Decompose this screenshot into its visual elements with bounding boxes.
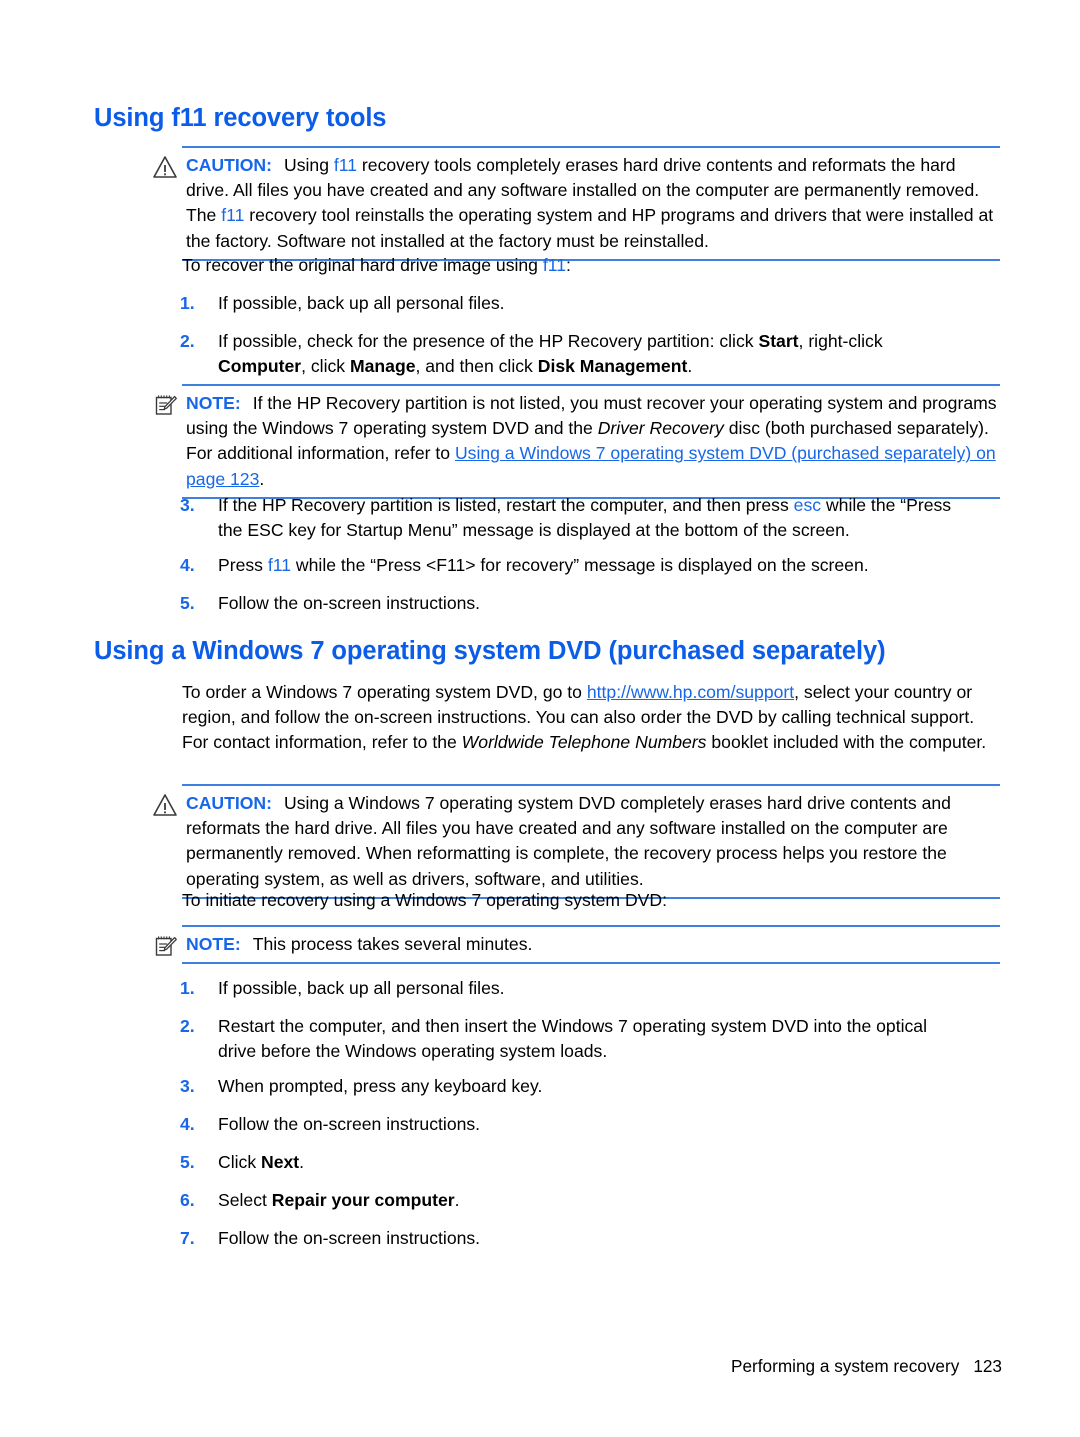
note-label: NOTE: [186, 393, 241, 413]
step-text: If the HP Recovery partition is listed, … [218, 495, 952, 541]
paragraph-text-c: booklet included with the computer. [706, 732, 987, 753]
step-text: Follow the on-screen instructions. [218, 593, 481, 613]
document-page: Using f11 recovery tools CAUTION: Using f… [0, 0, 1080, 1437]
note-block-process-duration: NOTE: This process takes several minutes. [152, 925, 1000, 965]
hp-support-url-link[interactable]: http://www.hp.com/support [587, 682, 794, 702]
list-item: 3. When prompted, press any keyboard key… [180, 1074, 880, 1099]
list-item: 2. Restart the computer, and then insert… [180, 1014, 970, 1064]
caution-label: CAUTION: [186, 793, 273, 813]
caution-text-a: Using [284, 155, 334, 175]
list-item: 5. Click Next. [180, 1150, 880, 1175]
page-heading-f11-recovery-tools: Using f11 recovery tools [94, 104, 387, 132]
step-number: 4. [180, 1114, 195, 1134]
step-number: 5. [180, 593, 195, 613]
step-number: 3. [180, 495, 195, 515]
step-text: Click Next. [218, 1152, 305, 1172]
caution-body-text: Using a Windows 7 operating system DVD c… [186, 793, 951, 889]
step-number: 6. [180, 1190, 195, 1210]
list-item: 2. If possible, check for the presence o… [180, 329, 940, 379]
intro-recover-original-image: To recover the original hard drive image… [182, 253, 1002, 278]
paragraph-order-dvd: To order a Windows 7 operating system DV… [182, 680, 994, 756]
note-text: NOTE: If the HP Recovery partition is not… [182, 384, 1000, 499]
intro-text-a: To recover the original hard drive image… [182, 255, 543, 275]
step-number: 1. [180, 978, 195, 998]
warning-triangle-icon [152, 154, 178, 180]
list-item: 4. Follow the on-screen instructions. [180, 1112, 880, 1137]
list-item: 6. Select Repair your computer. [180, 1188, 880, 1213]
step-text: Press f11 while the “Press <F11> for rec… [218, 555, 869, 575]
step-text: Follow the on-screen instructions. [218, 1228, 481, 1248]
notepad-pencil-icon [152, 392, 178, 418]
note-italic-driver-recovery: Driver Recovery [597, 418, 724, 439]
note-text: NOTE: This process takes several minutes. [182, 925, 1000, 964]
step-text: When prompted, press any keyboard key. [218, 1076, 543, 1096]
note-text-c: . [259, 468, 265, 489]
keyword-f11-2: f11 [221, 205, 245, 226]
note-body-text: This process takes several minutes. [252, 934, 533, 954]
list-item: 5. Follow the on-screen instructions. [180, 591, 880, 616]
page-footer: Performing a system recovery 123 [731, 1356, 1002, 1377]
footer-section-title: Performing a system recovery [731, 1356, 960, 1376]
step-number: 2. [180, 331, 195, 351]
step-text: Select Repair your computer. [218, 1190, 460, 1210]
step-number: 5. [180, 1152, 195, 1172]
paragraph-text-a: To order a Windows 7 operating system DV… [182, 682, 587, 702]
step-number: 2. [180, 1016, 195, 1036]
intro-text-b: : [566, 255, 571, 275]
caution-label: CAUTION: [186, 155, 273, 175]
warning-triangle-icon [152, 792, 178, 818]
step-text: Follow the on-screen instructions. [218, 1114, 481, 1134]
list-item: 1. If possible, back up all personal fil… [180, 291, 970, 316]
caution-text: CAUTION: Using f11 recovery tools complet… [182, 146, 1000, 261]
keyword-f11-intro: f11 [542, 255, 567, 275]
list-item: 1. If possible, back up all personal fil… [180, 976, 880, 1001]
list-item: 4. Press f11 while the “Press <F11> for … [180, 553, 980, 578]
notepad-pencil-icon [152, 933, 178, 959]
step-text: If possible, back up all personal files. [218, 978, 505, 998]
intro-initiate-recovery: To initiate recovery using a Windows 7 o… [182, 890, 668, 910]
note-label: NOTE: [186, 934, 241, 954]
caution-text-c: recovery tool reinstalls the operating s… [186, 205, 994, 251]
list-item: 7. Follow the on-screen instructions. [180, 1226, 880, 1251]
keyword-f11-1: f11 [333, 155, 358, 175]
step-number: 3. [180, 1076, 195, 1096]
step-number: 7. [180, 1228, 195, 1248]
list-item: 3. If the HP Recovery partition is liste… [180, 493, 980, 543]
caution-block-f11: CAUTION: Using f11 recovery tools complet… [152, 146, 1000, 261]
caution-block-windows7-dvd: CAUTION: Using a Windows 7 operating syst… [152, 784, 1000, 899]
step-number: 4. [180, 555, 195, 575]
footer-page-number: 123 [973, 1356, 1002, 1376]
step-number: 1. [180, 293, 195, 313]
step-text: If possible, back up all personal files. [218, 293, 505, 313]
paragraph-italic-booklet: Worldwide Telephone Numbers [461, 732, 707, 753]
step-text: If possible, check for the presence of t… [218, 331, 883, 377]
note-block-recovery-partition: NOTE: If the HP Recovery partition is not… [152, 384, 1000, 499]
page-heading-windows7-dvd: Using a Windows 7 operating system DVD (… [94, 637, 886, 665]
step-text: Restart the computer, and then insert th… [218, 1016, 927, 1062]
caution-text: CAUTION: Using a Windows 7 operating syst… [182, 784, 1000, 899]
